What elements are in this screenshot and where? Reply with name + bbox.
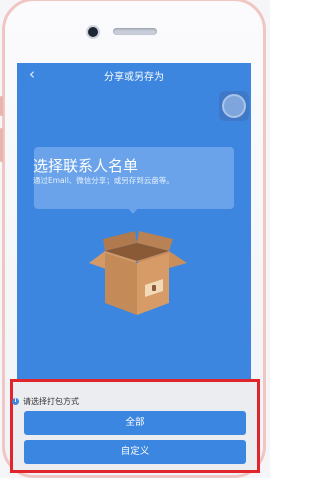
earpiece-speaker: [113, 28, 157, 35]
side-button: [0, 128, 3, 162]
info-icon: i: [12, 398, 19, 405]
page-title: 分享或另存为: [104, 72, 164, 83]
packaging-hint-text: 请选择打包方式: [23, 397, 79, 406]
box-label-mark: [152, 285, 156, 291]
page: ‹ 分享或另存为 选择联系人名单 通过Email、微信分享；或另存到云盘等。 i…: [0, 0, 270, 478]
custom-button[interactable]: 自定义: [24, 440, 246, 464]
phone-frame: ‹ 分享或另存为 选择联系人名单 通过Email、微信分享；或另存到云盘等。 i…: [0, 0, 270, 478]
assistive-touch-icon[interactable]: [219, 91, 249, 121]
open-box-illustration: [89, 231, 187, 315]
box-front-left: [105, 253, 137, 315]
packaging-hint: i 请选择打包方式: [12, 396, 79, 407]
side-button: [0, 96, 3, 116]
front-camera: [88, 27, 98, 37]
nav-bar: ‹ 分享或另存为: [17, 63, 251, 87]
assistive-touch-knob: [224, 96, 244, 116]
tip-bubble-arrow: [127, 207, 139, 214]
tip-title: 选择联系人名单: [33, 157, 139, 175]
select-all-button[interactable]: 全部: [24, 411, 246, 435]
tip-description: 通过Email、微信分享；或另存到云盘等。: [33, 176, 174, 185]
